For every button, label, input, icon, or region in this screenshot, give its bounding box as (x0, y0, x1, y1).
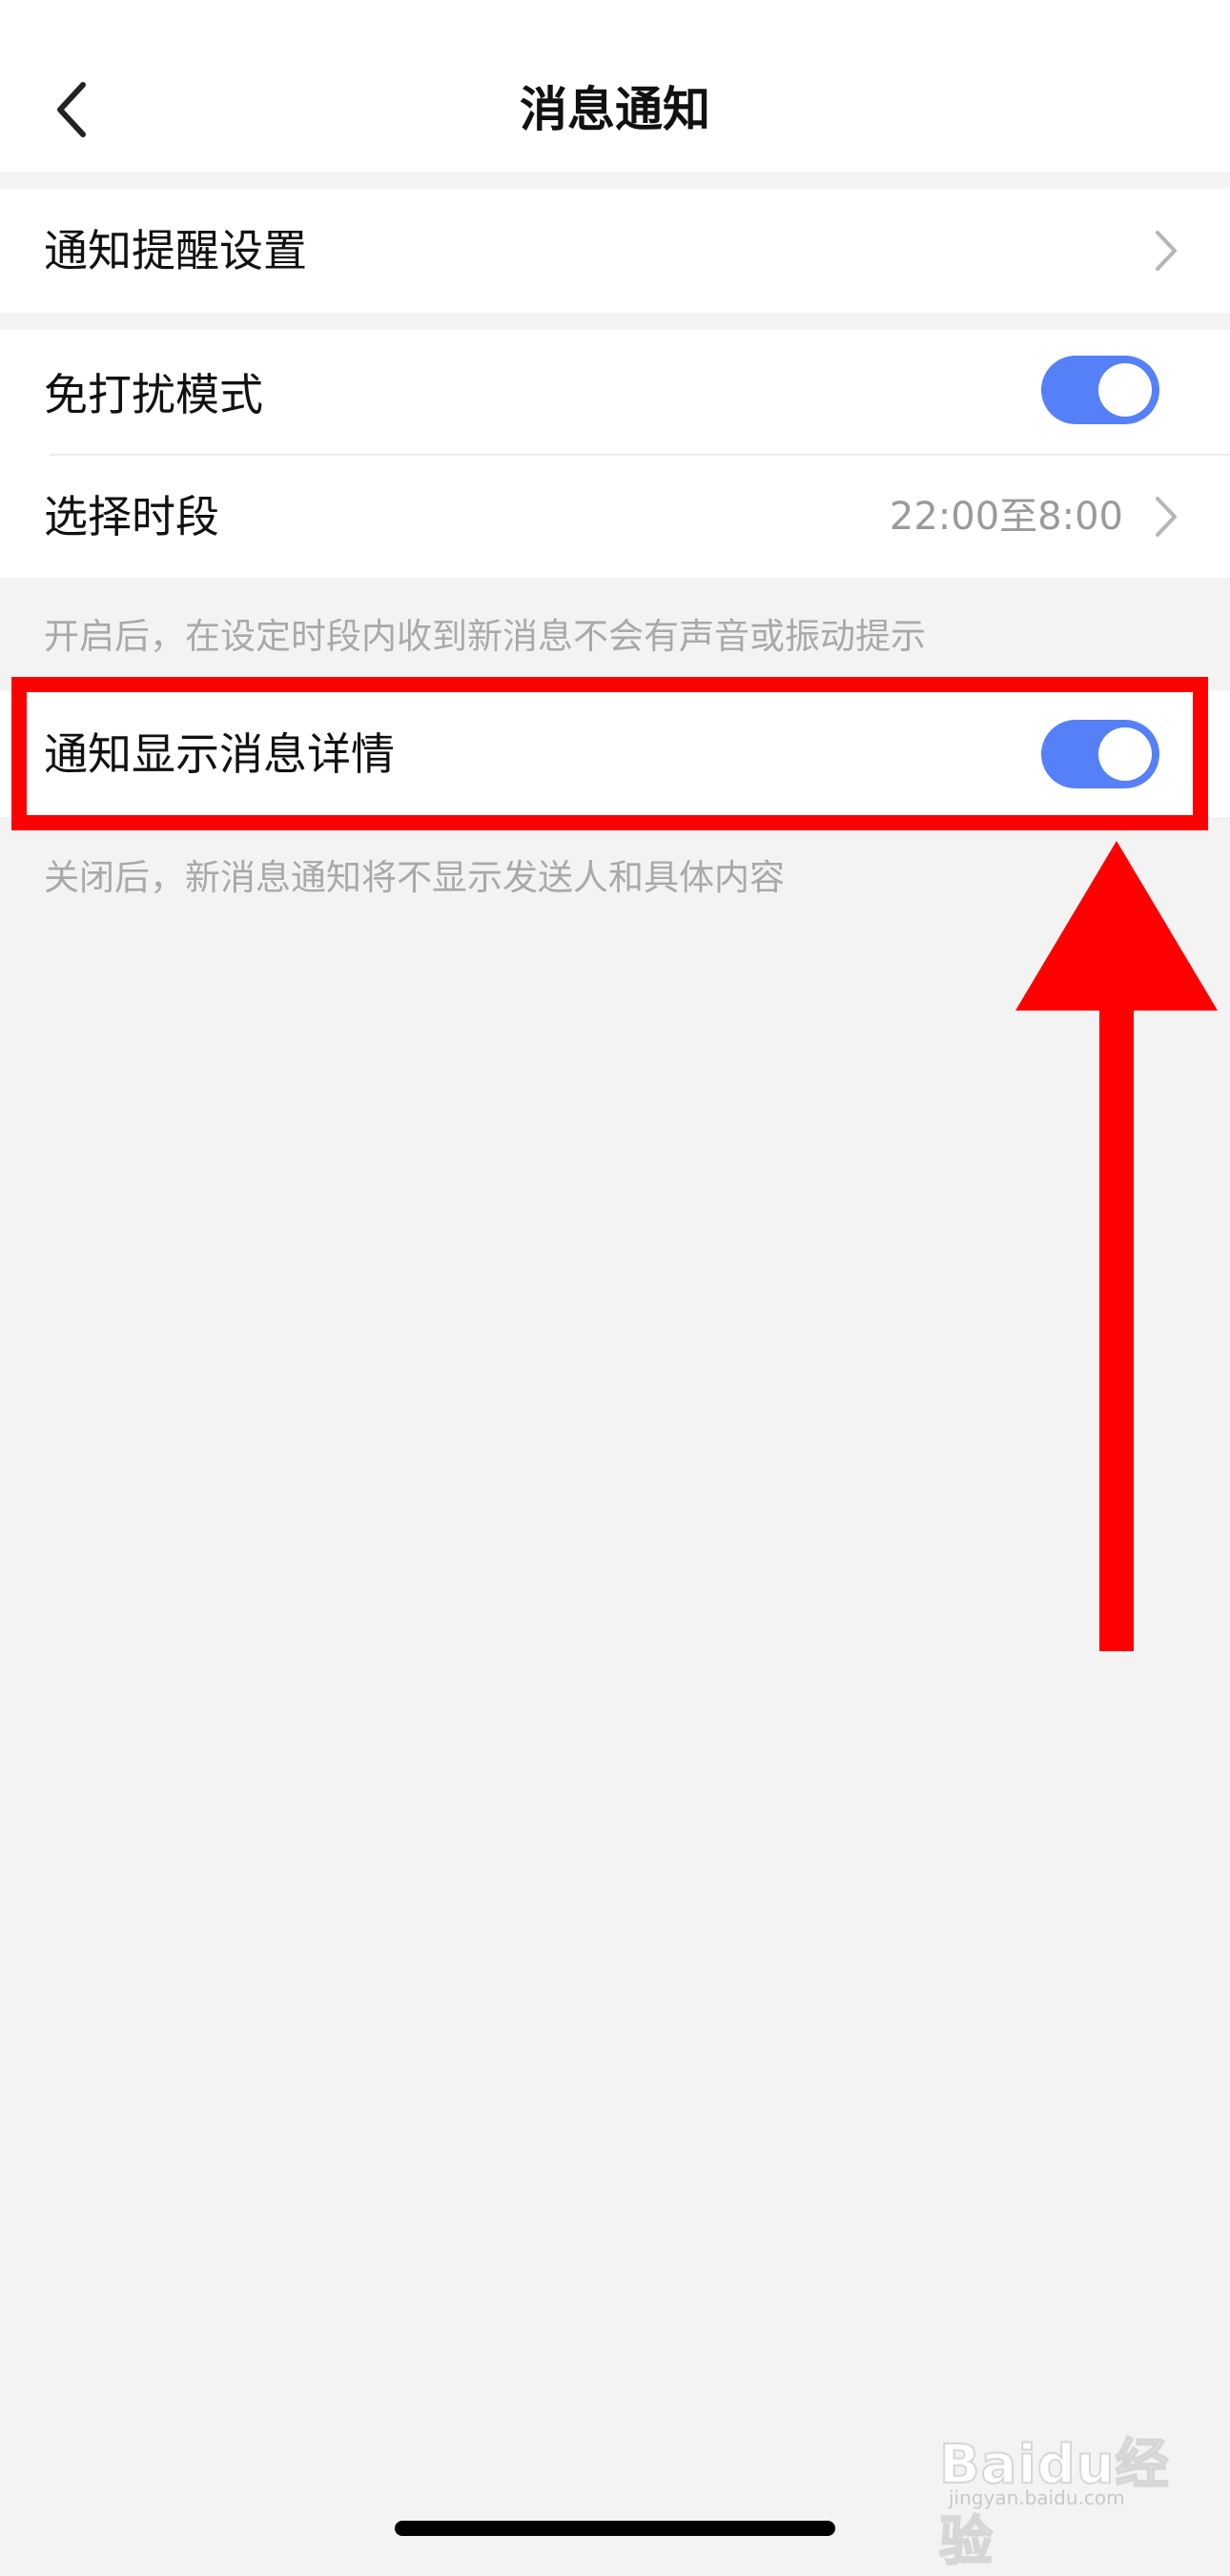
time-range-label: 选择时段 (44, 491, 219, 542)
nav-bar: 消息通知 (0, 0, 1230, 172)
highlight-box (11, 677, 1208, 830)
notification-settings-row[interactable]: 通知提醒设置 (0, 189, 1230, 313)
arrow-up-icon (1015, 841, 1218, 1651)
page-title: 消息通知 (520, 82, 710, 137)
watermark-logo: Baidu经验 jingyan.baidu.com (938, 2422, 1187, 2574)
watermark-url: jingyan.baidu.com (949, 2486, 1125, 2509)
toggle-knob (1098, 363, 1152, 417)
time-range-value: 22:00至8:00 (889, 495, 1123, 539)
chevron-right-icon (1156, 497, 1177, 537)
dnd-row: 免打扰模式 (0, 330, 1230, 454)
home-indicator[interactable] (395, 2521, 835, 2536)
dnd-card: 免打扰模式 选择时段 22:00至8:00 (0, 330, 1230, 578)
notification-settings-card: 通知提醒设置 (0, 189, 1230, 313)
details-hint: 关闭后，新消息通知将不显示发送人和具体内容 (44, 857, 785, 898)
dnd-label: 免打扰模式 (44, 369, 263, 420)
time-range-row[interactable]: 选择时段 22:00至8:00 (0, 456, 1230, 578)
notification-settings-label: 通知提醒设置 (44, 225, 307, 276)
dnd-hint: 开启后，在设定时段内收到新消息不会有声音或振动提示 (44, 616, 926, 657)
dnd-toggle[interactable] (1041, 356, 1159, 424)
chevron-right-icon (1156, 231, 1177, 271)
